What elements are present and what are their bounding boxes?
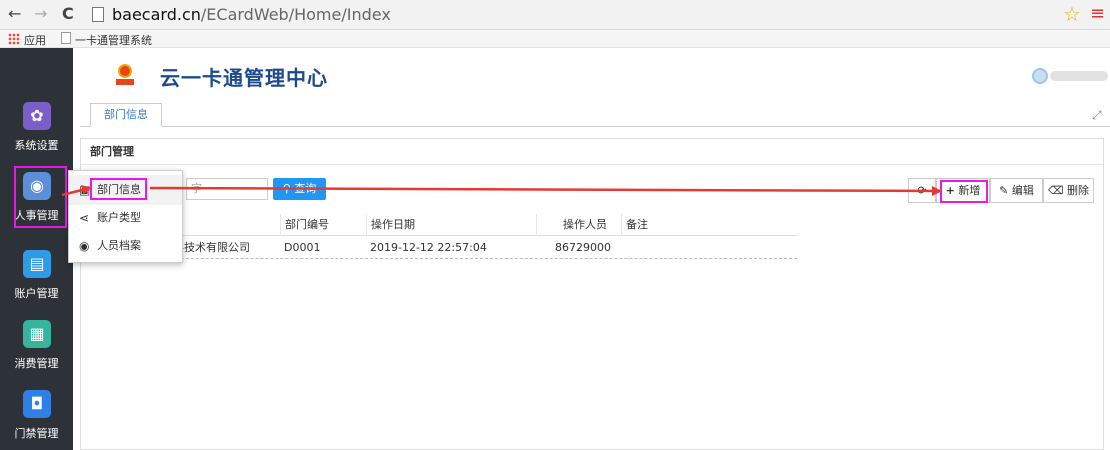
avatar[interactable] xyxy=(1032,68,1048,84)
panel-title: 部门管理 xyxy=(81,139,1103,165)
search-button-label: 查询 xyxy=(294,182,317,195)
bookmark-star-icon[interactable]: ☆ xyxy=(1063,2,1081,26)
sidebar-item-accounts[interactable]: ▤ 账户管理 xyxy=(0,233,73,303)
lock-icon: ◘ xyxy=(23,390,51,418)
sidebar-item-consumption[interactable]: ▦ 消费管理 xyxy=(0,303,73,373)
sidebar-item-label: 消费管理 xyxy=(14,357,59,370)
url-path: /ECardWeb/Home/Index xyxy=(200,5,391,24)
submenu-item-label: 人员档案 xyxy=(97,239,141,252)
back-icon[interactable]: ← xyxy=(8,4,21,24)
page-title: 云一卡通管理中心 xyxy=(160,66,328,90)
edit-button[interactable]: ✎ 编辑 xyxy=(990,178,1043,203)
bookmark-page-icon xyxy=(61,32,71,44)
delete-button[interactable]: ⌫ 删除 xyxy=(1043,178,1094,203)
page-icon xyxy=(92,7,104,22)
column-header[interactable]: 备注 xyxy=(621,214,797,236)
table-cell: 86729000 xyxy=(555,241,611,254)
calculator-icon: ▦ xyxy=(23,320,51,348)
submenu-item-personnel-files[interactable]: ◉ 人员档案 xyxy=(69,231,182,261)
browser-menu-icon[interactable]: ≡ xyxy=(1090,3,1105,24)
submenu-item-account-type[interactable]: ⋖ 账户类型 xyxy=(69,203,182,233)
sidebar-item-access-control[interactable]: ◘ 门禁管理 xyxy=(0,373,73,443)
apps-grid-icon[interactable] xyxy=(8,33,20,45)
highlight-hr-menu xyxy=(14,166,67,228)
sidebar-item-system-settings[interactable]: ✿ 系统设置 xyxy=(0,93,73,163)
address-bar[interactable]: baecard.cn/ECardWeb/Home/Index xyxy=(112,5,391,24)
user-name-blurred[interactable] xyxy=(1050,71,1108,81)
column-header[interactable]: 操作日期 xyxy=(366,214,536,236)
sidebar-item-label: 门禁管理 xyxy=(14,427,59,440)
bookmarks-bar: 应用 一卡通管理系统 xyxy=(0,30,1110,48)
tab-department-info[interactable]: 部门信息 xyxy=(90,103,162,127)
list-icon: ▣ xyxy=(79,183,91,197)
edit-button-label: 编辑 xyxy=(1011,184,1034,197)
sidebar-item-label: 账户管理 xyxy=(14,287,59,300)
search-input[interactable]: 字 xyxy=(186,178,268,200)
id-card-icon: ▤ xyxy=(23,250,51,278)
logo xyxy=(116,64,134,88)
bookmark-apps[interactable]: 应用 xyxy=(24,32,46,48)
url-host: baecard.cn xyxy=(112,5,201,24)
table-row[interactable]: 科技术有限公司 D0001 2019-12-12 22:57:04 867290… xyxy=(81,237,797,259)
table-cell: D0001 xyxy=(284,241,321,254)
submenu-item-label: 账户类型 xyxy=(97,211,141,224)
sidebar: ✿ 系统设置 ◉ 人事管理 ▤ 账户管理 ▦ 消费管理 ◘ 门禁管理 xyxy=(0,48,73,450)
sidebar-item-label: 系统设置 xyxy=(14,139,59,152)
highlight-add-button xyxy=(940,180,988,203)
browser-toolbar: ← → C baecard.cn/ECardWeb/Home/Index ☆ ≡ xyxy=(0,0,1110,30)
reload-icon[interactable]: C xyxy=(62,4,74,24)
share-icon: ⋖ xyxy=(79,211,90,225)
forward-icon[interactable]: → xyxy=(34,4,47,24)
table-cell: 2019-12-12 22:57:04 xyxy=(370,241,487,254)
table-cell xyxy=(621,237,797,259)
refresh-icon: ⟳ xyxy=(917,184,927,197)
trash-icon: ⌫ xyxy=(1047,184,1064,197)
column-header[interactable]: 操作人员 xyxy=(536,214,621,236)
search-icon: ⚲ xyxy=(282,182,291,195)
refresh-button[interactable]: ⟳ xyxy=(908,178,936,203)
tab-bar-divider xyxy=(80,126,1110,127)
table-header: 部门编号 操作日期 操作人员 备注 xyxy=(81,214,797,236)
column-header[interactable]: 部门编号 xyxy=(280,214,366,236)
user-circle-icon: ◉ xyxy=(79,239,90,253)
highlight-department-info xyxy=(90,178,147,200)
delete-button-label: 删除 xyxy=(1067,184,1090,197)
search-button[interactable]: ⚲ 查询 xyxy=(273,178,326,200)
gear-icon: ✿ xyxy=(23,102,51,130)
fullscreen-icon[interactable]: ⤢ xyxy=(1092,108,1102,123)
edit-icon: ✎ xyxy=(999,184,1009,197)
bookmark-ecard-system[interactable]: 一卡通管理系统 xyxy=(75,32,152,48)
